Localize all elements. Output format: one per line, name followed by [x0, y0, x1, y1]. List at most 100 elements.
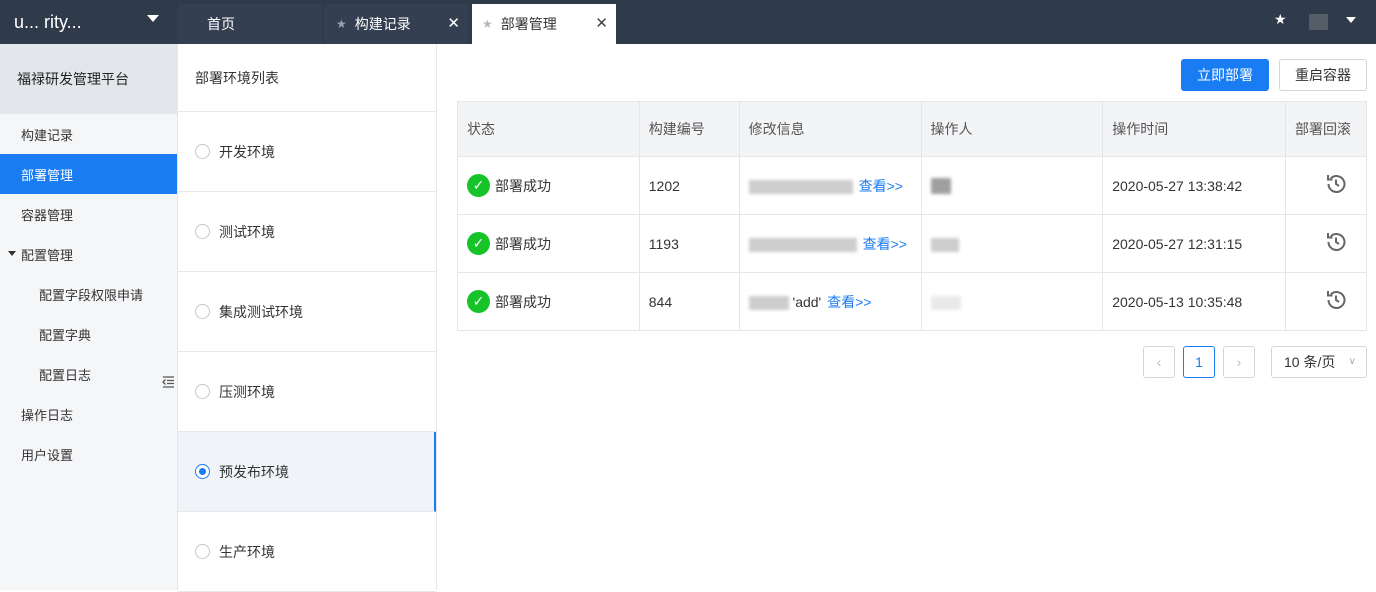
- deploy-records-table: 状态 构建编号 修改信息 操作人 操作时间 部署回滚 ✓ 部署成功 1202 查看…: [457, 101, 1368, 331]
- tab-home[interactable]: 首页: [178, 4, 322, 44]
- sidebar-item-label: 操作日志: [21, 407, 74, 423]
- tab-label: 部署管理: [500, 16, 557, 32]
- env-item-production[interactable]: 生产环境: [178, 512, 436, 592]
- operation-time: 2020-05-13 10:35:48: [1102, 272, 1286, 331]
- sidebar-item-operation-log[interactable]: 操作日志: [0, 394, 177, 434]
- env-label: 集成测试环境: [219, 303, 303, 320]
- sidebar-item-config-management[interactable]: 配置管理: [0, 234, 177, 274]
- sidebar-item-user-settings[interactable]: 用户设置: [0, 434, 177, 474]
- sidebar-item-label: 配置字典: [39, 327, 92, 343]
- radio-button[interactable]: [195, 144, 210, 159]
- success-check-icon: ✓: [467, 290, 490, 313]
- page-size-value: 10 条/页: [1284, 354, 1336, 370]
- env-item-test[interactable]: 测试环境: [178, 192, 436, 272]
- change-info-text: 'add': [792, 293, 822, 310]
- deploy-now-button[interactable]: 立即部署: [1181, 59, 1269, 91]
- radio-button[interactable]: [195, 384, 210, 399]
- redacted-operator: [930, 237, 959, 252]
- star-icon[interactable]: ★: [482, 17, 493, 31]
- env-item-integration-test[interactable]: 集成测试环境: [178, 272, 436, 352]
- sidebar-item-config-log[interactable]: 配置日志: [0, 354, 177, 394]
- env-label: 测试环境: [219, 223, 275, 240]
- redacted-operator: [930, 295, 961, 310]
- history-rollback-icon[interactable]: [1324, 288, 1348, 312]
- sidebar-item-label: 用户设置: [21, 447, 74, 463]
- close-icon[interactable]: ✕: [595, 14, 608, 32]
- operation-time: 2020-05-27 12:31:15: [1102, 214, 1286, 273]
- project-name: u... rity...: [14, 11, 82, 32]
- env-label: 压测环境: [219, 383, 275, 400]
- platform-title: 福禄研发管理平台: [0, 44, 177, 114]
- sidebar-item-label: 部署管理: [21, 167, 74, 183]
- sidebar-item-build-records[interactable]: 构建记录: [0, 114, 177, 154]
- success-check-icon: ✓: [467, 174, 490, 197]
- table-row: ✓ 部署成功 1193 查看>> 2020-05-27 12:31:15: [457, 214, 1368, 273]
- success-check-icon: ✓: [467, 232, 490, 255]
- status-text: 部署成功: [495, 177, 551, 194]
- close-icon[interactable]: ✕: [447, 14, 460, 32]
- avatar[interactable]: [1309, 14, 1328, 30]
- project-selector[interactable]: u... rity...: [0, 0, 177, 44]
- table-row: ✓ 部署成功 844 'add' 查看>> 2020-05-13 10:35:48: [457, 272, 1368, 331]
- tab-label: 首页: [207, 16, 235, 32]
- header-operator: 操作人: [920, 101, 1104, 157]
- redacted-text: [748, 295, 789, 310]
- build-number: 1193: [638, 214, 740, 273]
- view-link[interactable]: 查看>>: [863, 236, 907, 252]
- top-bar: u... rity... 首页 ★ 构建记录 ✕ ★ 部署管理 ✕ ★: [0, 0, 1376, 44]
- env-item-dev[interactable]: 开发环境: [178, 112, 436, 192]
- environment-list: 部署环境列表 开发环境 测试环境 集成测试环境 压测环境 预发布环境 生产环境: [178, 44, 437, 592]
- caret-down-icon: [8, 251, 16, 256]
- favorites-star-icon[interactable]: ★: [1274, 11, 1287, 28]
- header-rollback: 部署回滚: [1284, 101, 1368, 157]
- env-item-stress-test[interactable]: 压测环境: [178, 352, 436, 432]
- radio-button[interactable]: [195, 544, 210, 559]
- radio-button[interactable]: [195, 224, 210, 239]
- tab-label: 构建记录: [354, 16, 411, 32]
- env-label: 预发布环境: [219, 463, 289, 480]
- tab-build-records[interactable]: ★ 构建记录 ✕: [324, 4, 468, 44]
- status-text: 部署成功: [495, 235, 551, 252]
- header-change-info: 修改信息: [738, 101, 922, 157]
- sidebar-item-config-permission-request[interactable]: 配置字段权限申请: [0, 274, 177, 314]
- star-icon[interactable]: ★: [336, 17, 347, 31]
- tab-deploy-management[interactable]: ★ 部署管理 ✕: [472, 4, 616, 44]
- sidebar-item-label: 容器管理: [21, 207, 74, 223]
- sidebar: 福禄研发管理平台 构建记录 部署管理 容器管理 配置管理 配置字段权限申请 配置…: [0, 44, 178, 590]
- view-link[interactable]: 查看>>: [859, 178, 903, 194]
- sidebar-item-label: 配置管理: [21, 247, 74, 263]
- user-menu-caret-icon[interactable]: [1346, 17, 1356, 23]
- view-link[interactable]: 查看>>: [827, 294, 871, 310]
- status-text: 部署成功: [495, 293, 551, 310]
- sidebar-item-config-dictionary[interactable]: 配置字典: [0, 314, 177, 354]
- table-header: 状态 构建编号 修改信息 操作人 操作时间 部署回滚: [457, 101, 1368, 157]
- caret-down-icon: [147, 15, 159, 22]
- collapse-menu-icon[interactable]: [162, 376, 175, 391]
- build-number: 1202: [638, 156, 740, 215]
- redacted-text: [748, 179, 853, 194]
- env-label: 生产环境: [219, 543, 275, 560]
- env-label: 开发环境: [219, 143, 275, 160]
- build-number: 844: [638, 272, 740, 331]
- page-size-select[interactable]: 10 条/页 ∨: [1271, 346, 1367, 378]
- header-status: 状态: [457, 101, 640, 157]
- history-rollback-icon[interactable]: [1324, 230, 1348, 254]
- header-operation-time: 操作时间: [1102, 101, 1286, 157]
- redacted-text: [748, 237, 857, 252]
- next-page-button[interactable]: ›: [1223, 346, 1255, 378]
- sidebar-item-label: 配置日志: [39, 367, 92, 383]
- sidebar-item-deploy-management[interactable]: 部署管理: [0, 154, 177, 194]
- radio-button-selected[interactable]: [195, 464, 210, 479]
- sidebar-item-container-management[interactable]: 容器管理: [0, 194, 177, 234]
- environment-list-title: 部署环境列表: [178, 44, 436, 112]
- restart-container-button[interactable]: 重启容器: [1279, 59, 1367, 91]
- env-item-pre-release[interactable]: 预发布环境: [178, 432, 436, 512]
- history-rollback-icon[interactable]: [1324, 172, 1348, 196]
- chevron-down-icon: ∨: [1348, 356, 1356, 367]
- page-1-button[interactable]: 1: [1183, 346, 1215, 378]
- sidebar-item-label: 配置字段权限申请: [39, 287, 144, 303]
- sidebar-item-label: 构建记录: [21, 127, 74, 143]
- radio-button[interactable]: [195, 304, 210, 319]
- table-row: ✓ 部署成功 1202 查看>> 2020-05-27 13:38:42: [457, 156, 1368, 215]
- prev-page-button[interactable]: ‹: [1143, 346, 1175, 378]
